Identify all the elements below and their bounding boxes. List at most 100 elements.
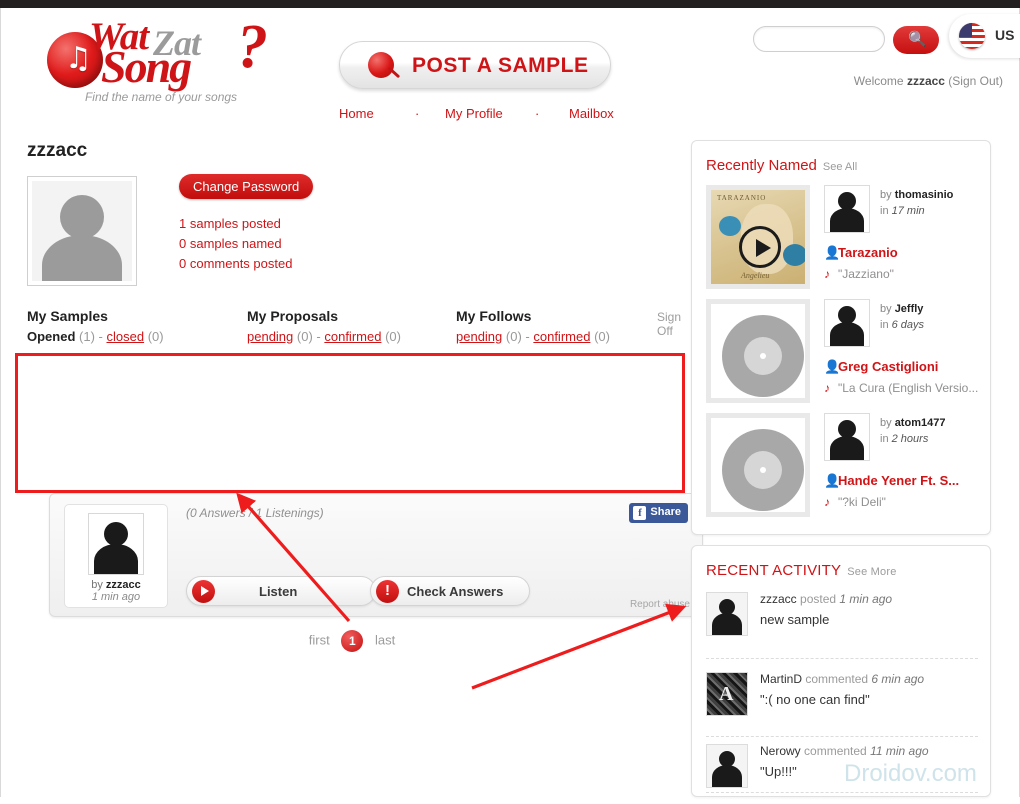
sample-author-name: by zzzacc xyxy=(65,579,167,591)
song-title: ♪ "?ki Deli" xyxy=(824,495,996,509)
recently-named-title: Recently Named See All xyxy=(706,157,857,174)
search-area: 🔍 xyxy=(753,26,939,54)
avatar xyxy=(824,413,870,461)
artist-label: Hande Yener Ft. S... xyxy=(838,473,960,488)
person-icon: 👤 xyxy=(824,473,841,488)
named-by-username[interactable]: Jeffly xyxy=(895,303,924,315)
watermark: Droidov.com xyxy=(844,760,977,787)
filter-proposals-pending[interactable]: pending xyxy=(247,329,293,344)
activity-meta: MartinD commented 6 min ago xyxy=(760,672,924,686)
nav-item-home[interactable]: Home xyxy=(339,106,374,121)
avatar xyxy=(824,299,870,347)
activity-username[interactable]: MartinD xyxy=(760,672,802,686)
logo-mark: ♫ Wat Zat Song ? xyxy=(41,12,281,92)
filter-proposals-confirmed[interactable]: confirmed xyxy=(324,329,381,344)
play-icon[interactable] xyxy=(739,226,781,268)
in-prefix: in xyxy=(880,205,892,217)
pagination-current-page[interactable]: 1 xyxy=(341,630,364,652)
filter-follows-pending[interactable]: pending xyxy=(456,329,502,344)
named-in-time: in 2 hours xyxy=(880,433,928,445)
activity-time: 1 min ago xyxy=(839,592,893,606)
nav-separator: · xyxy=(415,106,420,121)
site-tagline: Find the name of your songs xyxy=(84,90,238,104)
facebook-icon: f xyxy=(633,506,647,520)
in-prefix: in xyxy=(880,433,892,445)
activity-username[interactable]: Nerowy xyxy=(760,744,801,758)
sample-card[interactable]: by zzzacc 1 min ago (0 Answers / 1 Liste… xyxy=(49,493,703,617)
logo-question-mark: ? xyxy=(237,13,268,81)
listen-button[interactable]: Listen xyxy=(186,576,376,606)
avatar xyxy=(27,176,137,286)
list-item[interactable]: by Jeffly in 6 days 👤Greg Castiglioni ♪ "… xyxy=(706,299,978,414)
artist-label: Tarazanio xyxy=(838,245,898,260)
album-art[interactable] xyxy=(706,299,810,403)
column-my-samples: My Samples Opened (1) - closed (0) xyxy=(27,308,164,344)
nav-item-mailbox[interactable]: Mailbox xyxy=(569,106,614,121)
pagination-last[interactable]: last xyxy=(375,632,395,647)
sign-off-link[interactable]: Sign Off xyxy=(657,310,681,338)
post-a-sample-button[interactable]: POST A SAMPLE xyxy=(339,41,611,89)
author-username[interactable]: zzzacc xyxy=(106,579,141,591)
facebook-share-button[interactable]: f Share xyxy=(629,503,688,523)
nav-item-my-profile[interactable]: My Profile xyxy=(445,106,503,121)
list-item[interactable]: by atom1477 in 2 hours 👤Hande Yener Ft. … xyxy=(706,413,978,528)
logo-text-song: Song xyxy=(101,41,192,92)
sample-answers-info: (0 Answers / 1 Listenings) xyxy=(186,506,324,520)
filter-follows-confirmed[interactable]: confirmed xyxy=(533,329,590,344)
album-art[interactable]: TARAZANIO Angelieu xyxy=(706,185,810,289)
by-prefix: by xyxy=(880,189,895,201)
welcome-prefix: Welcome xyxy=(853,74,907,88)
named-by-username[interactable]: thomasinio xyxy=(895,189,954,201)
filter-opened[interactable]: Opened xyxy=(27,329,75,344)
filter-opened-count: (1) xyxy=(79,329,95,344)
filter-follows-pending-count: (0) xyxy=(505,329,522,344)
list-item[interactable]: TARAZANIO Angelieu by thomasinio in 17 m… xyxy=(706,185,978,300)
album-art[interactable] xyxy=(706,413,810,517)
list-item[interactable]: zzzacc posted 1 min ago new sample xyxy=(706,590,978,652)
list-item[interactable]: MartinD commented 6 min ago ":( no one c… xyxy=(706,670,978,732)
language-selector[interactable]: US xyxy=(949,14,1020,58)
sign-out-link[interactable]: (Sign Out) xyxy=(945,74,1003,88)
artist-name[interactable]: 👤Tarazanio xyxy=(824,245,996,261)
welcome-message: Welcome zzzacc (Sign Out) xyxy=(854,74,1003,88)
search-button[interactable]: 🔍 xyxy=(893,26,939,54)
by-prefix: by xyxy=(880,303,895,315)
microphone-icon xyxy=(368,52,394,78)
by-prefix: by xyxy=(880,417,895,429)
avatar xyxy=(706,744,748,788)
play-icon xyxy=(192,580,215,603)
filter-follows-confirmed-count: (0) xyxy=(594,329,610,344)
column-title: My Follows xyxy=(456,308,532,324)
activity-time: 11 min ago xyxy=(870,744,929,758)
filter-closed[interactable]: closed xyxy=(106,329,144,344)
named-by: by Jeffly xyxy=(880,303,923,315)
song-title: ♪ "La Cura (English Versio... xyxy=(824,381,996,395)
us-flag-icon xyxy=(959,23,985,49)
activity-username[interactable]: zzzacc xyxy=(760,592,797,606)
nav-separator: · xyxy=(535,106,540,121)
check-answers-label: Check Answers xyxy=(407,584,504,599)
share-label: Share xyxy=(650,506,681,518)
pagination: first 1 last xyxy=(27,630,677,652)
panel-heading: Recently Named xyxy=(706,157,817,174)
activity-text: ":( no one can find" xyxy=(760,692,870,707)
activity-text: "Up!!!" xyxy=(760,764,797,779)
site-logo[interactable]: ♫ Wat Zat Song ? Find the name of your s… xyxy=(41,12,281,112)
report-abuse-link[interactable]: Report abuse xyxy=(630,599,690,610)
search-input[interactable] xyxy=(753,26,885,52)
artist-name[interactable]: 👤Greg Castiglioni xyxy=(824,359,996,375)
avatar xyxy=(706,672,748,716)
by-prefix: by xyxy=(91,579,106,591)
filter-proposals-pending-count: (0) xyxy=(296,329,313,344)
named-by-username[interactable]: atom1477 xyxy=(895,417,946,429)
see-more-link[interactable]: See More xyxy=(847,566,896,578)
see-all-link[interactable]: See All xyxy=(823,161,857,173)
pagination-first[interactable]: first xyxy=(309,632,330,647)
change-password-button[interactable]: Change Password xyxy=(179,174,314,199)
check-answers-button[interactable]: ! Check Answers xyxy=(370,576,530,606)
filter-closed-count: (0) xyxy=(147,329,164,344)
activity-meta: zzzacc posted 1 min ago xyxy=(760,592,892,606)
artist-name[interactable]: 👤Hande Yener Ft. S... xyxy=(824,473,996,489)
recently-named-panel: Recently Named See All TARAZANIO Angelieu… xyxy=(691,140,991,535)
alert-icon: ! xyxy=(376,580,399,603)
